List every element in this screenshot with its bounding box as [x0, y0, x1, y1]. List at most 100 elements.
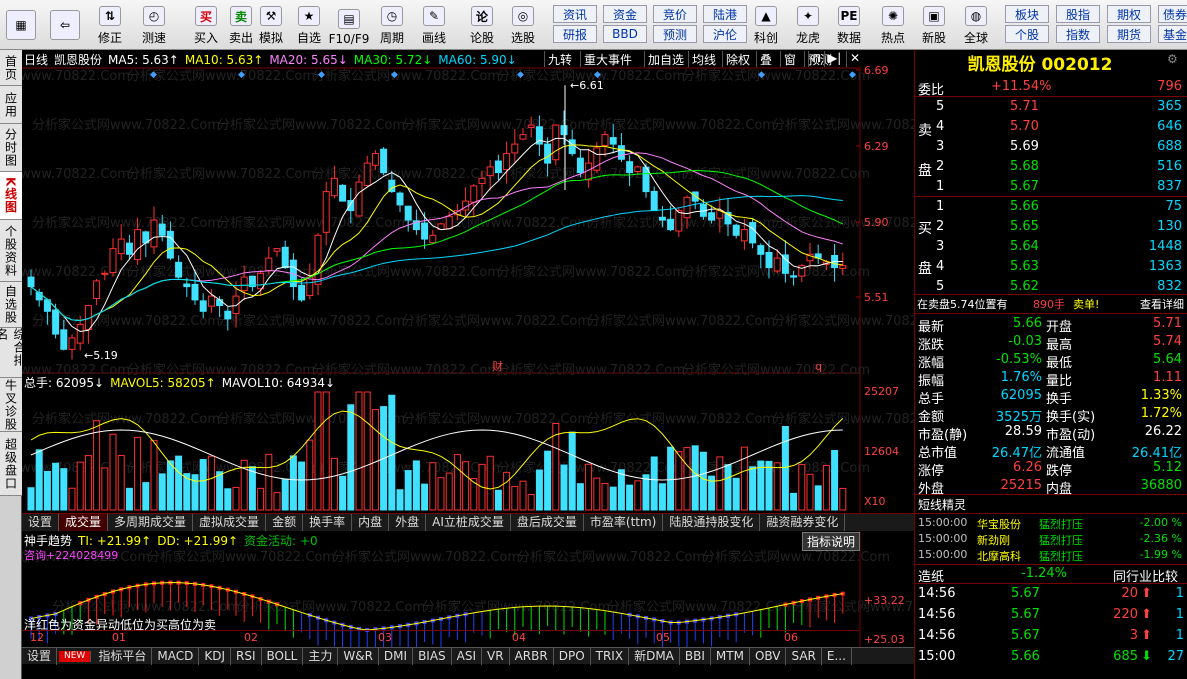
- toolbar-btn-10[interactable]: ✎ 画线: [414, 2, 454, 48]
- nav-8[interactable]: 超级盘口: [0, 432, 22, 496]
- ind-tab-19[interactable]: OBV: [750, 648, 787, 665]
- vol-tab-12[interactable]: 融资融券变化: [760, 514, 846, 531]
- nav-1[interactable]: 应用: [0, 86, 22, 124]
- toolbar-small-r-0-2[interactable]: 期权: [1107, 5, 1151, 23]
- toolbar-small-1-1[interactable]: BBD: [603, 25, 647, 43]
- watermark: 分析家公式网www.70822.Com: [517, 549, 705, 565]
- toolbar-btn2-2[interactable]: PE 数据: [829, 2, 869, 48]
- nav-0[interactable]: 首页: [0, 50, 22, 86]
- event-marker-icon[interactable]: ◆: [318, 70, 325, 80]
- indicator-help-button[interactable]: 指标说明: [802, 532, 861, 551]
- nav-4[interactable]: 个股资料: [0, 220, 22, 282]
- vol-tab-0[interactable]: 设置: [22, 514, 60, 531]
- toolbar-btn-4[interactable]: 买买入: [186, 2, 226, 48]
- vol-tab-4[interactable]: 金额: [266, 514, 304, 531]
- toolbar-btn-12[interactable]: ◎ 选股: [503, 2, 543, 48]
- toolbar-small-r-1-2[interactable]: 期货: [1107, 25, 1151, 43]
- candle: [93, 280, 101, 299]
- toolbar-btn2-0[interactable]: ▲ 科创: [746, 2, 786, 48]
- toolbar-small-0-1[interactable]: 资金: [603, 5, 647, 23]
- toolbar-small-1-2[interactable]: 预测: [653, 25, 697, 43]
- ind-tab-21[interactable]: E...: [822, 648, 852, 665]
- vol-tab-10[interactable]: 市盈率(ttm): [584, 514, 664, 531]
- ind-tab-12[interactable]: VR: [482, 648, 510, 665]
- ind-tab-17[interactable]: BBI: [680, 648, 711, 665]
- ind-tab-3[interactable]: MACD: [152, 648, 200, 665]
- volume-bar: [585, 463, 593, 511]
- event-marker-icon[interactable]: ◆: [758, 70, 765, 80]
- toolbar-small-0-3[interactable]: 陆港: [703, 5, 747, 23]
- ind-tab-8[interactable]: W&R: [338, 648, 379, 665]
- toolbar-small-1-0[interactable]: 研报: [553, 25, 597, 43]
- toolbar-btn-9[interactable]: ◷ 周期: [372, 2, 412, 48]
- nav-3[interactable]: K线图: [0, 172, 22, 220]
- toolbar-btn-11[interactable]: 论论股: [462, 2, 502, 48]
- vol-tab-6[interactable]: 内盘: [352, 514, 390, 531]
- ind-tab-4[interactable]: KDJ: [199, 648, 231, 665]
- nav-2[interactable]: 分时图: [0, 124, 22, 172]
- volume-bar: [306, 439, 314, 511]
- toolbar-btn-3[interactable]: ◴ 测速: [134, 2, 174, 48]
- toolbar-small-r-1-0[interactable]: 个股: [1005, 25, 1049, 43]
- event-marker-icon[interactable]: ◆: [849, 70, 856, 80]
- ind-tab-14[interactable]: DPO: [554, 648, 591, 665]
- ind-tab-20[interactable]: SAR: [786, 648, 822, 665]
- ind-tab-6[interactable]: BOLL: [262, 648, 304, 665]
- vol-tab-5[interactable]: 换手率: [303, 514, 353, 531]
- ind-tab-7[interactable]: 主力: [303, 648, 339, 665]
- nav-7[interactable]: 牛叉诊股: [0, 378, 22, 432]
- toolbar-btn-8[interactable]: ▤ F10/F9: [329, 2, 369, 48]
- toolbar-btn-1[interactable]: ⇦: [46, 2, 84, 48]
- vol-tab-7[interactable]: 外盘: [389, 514, 427, 531]
- ind-tab-0[interactable]: 设置: [22, 648, 58, 665]
- toolbar-btn-6[interactable]: ⚒ 模拟: [251, 2, 291, 48]
- toolbar-btn2-5[interactable]: ◍ 全球: [956, 2, 996, 48]
- vol-tab-9[interactable]: 盘后成交量: [511, 514, 584, 531]
- star-icon: ★: [298, 6, 320, 26]
- toolbar-btn2-1[interactable]: ✦ 龙虎: [788, 2, 828, 48]
- ind-tab-9[interactable]: DMI: [379, 648, 414, 665]
- toolbar-small-1-3[interactable]: 沪伦: [703, 25, 747, 43]
- toolbar-btn-0[interactable]: ▦: [2, 2, 40, 48]
- hot-icon: ✺: [882, 6, 904, 26]
- toolbar-small-r-0-0[interactable]: 板块: [1005, 5, 1049, 23]
- toolbar-small-0-0[interactable]: 资讯: [553, 5, 597, 23]
- event-marker-icon[interactable]: ◆: [517, 70, 524, 80]
- ind-tab-15[interactable]: TRIX: [591, 648, 630, 665]
- ind-tab-10[interactable]: BIAS: [413, 648, 452, 665]
- quote-row: 最新 5.66 开盘 5.71: [915, 314, 1187, 335]
- ind-tab-5[interactable]: RSI: [231, 648, 262, 665]
- ind-tab-1[interactable]: NEW: [59, 651, 92, 662]
- candle: [322, 191, 330, 233]
- event-marker-icon[interactable]: ◆: [391, 70, 398, 80]
- toolbar-btn-2[interactable]: ⇅ 修正: [90, 2, 130, 48]
- vol-tab-1[interactable]: 成交量: [59, 514, 109, 531]
- toolbar-small-r-0-3[interactable]: 债券: [1158, 5, 1187, 23]
- event-marker-icon[interactable]: ◆: [238, 70, 245, 80]
- gear-icon[interactable]: ⚙: [1167, 52, 1178, 66]
- ind-tab-16[interactable]: 新DMA: [629, 648, 680, 665]
- watermark: 分析家公式网www.70822.Com: [147, 549, 335, 565]
- candle: [601, 134, 609, 147]
- toolbar-btn2-4[interactable]: ▣ 新股: [914, 2, 954, 48]
- toolbar-small-0-2[interactable]: 竞价: [653, 5, 697, 23]
- vol-tab-3[interactable]: 虚拟成交量: [193, 514, 267, 531]
- toolbar-small-r-1-1[interactable]: 指数: [1056, 25, 1100, 43]
- nav-6[interactable]: 综合排名: [0, 328, 26, 378]
- ind-tab-13[interactable]: ARBR: [510, 648, 554, 665]
- nav-5[interactable]: 自选股: [0, 282, 22, 328]
- event-marker-icon[interactable]: ◆: [150, 70, 157, 80]
- vol-tab-11[interactable]: 陆股通持股变化: [663, 514, 761, 531]
- toolbar-small-r-0-1[interactable]: 股指: [1056, 5, 1100, 23]
- ind-tab-18[interactable]: MTM: [711, 648, 750, 665]
- kline-chart[interactable]: 分析家公式网www.70822.Com分析家公式网www.70822.Com分析…: [22, 50, 914, 513]
- toolbar-btn-7[interactable]: ★ 自选: [289, 2, 329, 48]
- toolbar-btn2-3[interactable]: ✺ 热点: [873, 2, 913, 48]
- vol-tab-2[interactable]: 多周期成交量: [108, 514, 194, 531]
- vol-tab-8[interactable]: AI立桩成交量: [426, 514, 511, 531]
- event-marker-icon[interactable]: ◆: [594, 70, 601, 80]
- notice-link[interactable]: 查看详细: [1140, 296, 1184, 312]
- toolbar-small-r-1-3[interactable]: 基金: [1158, 25, 1187, 43]
- ind-tab-11[interactable]: ASI: [452, 648, 483, 665]
- ind-tab-2[interactable]: 指标平台: [93, 648, 153, 665]
